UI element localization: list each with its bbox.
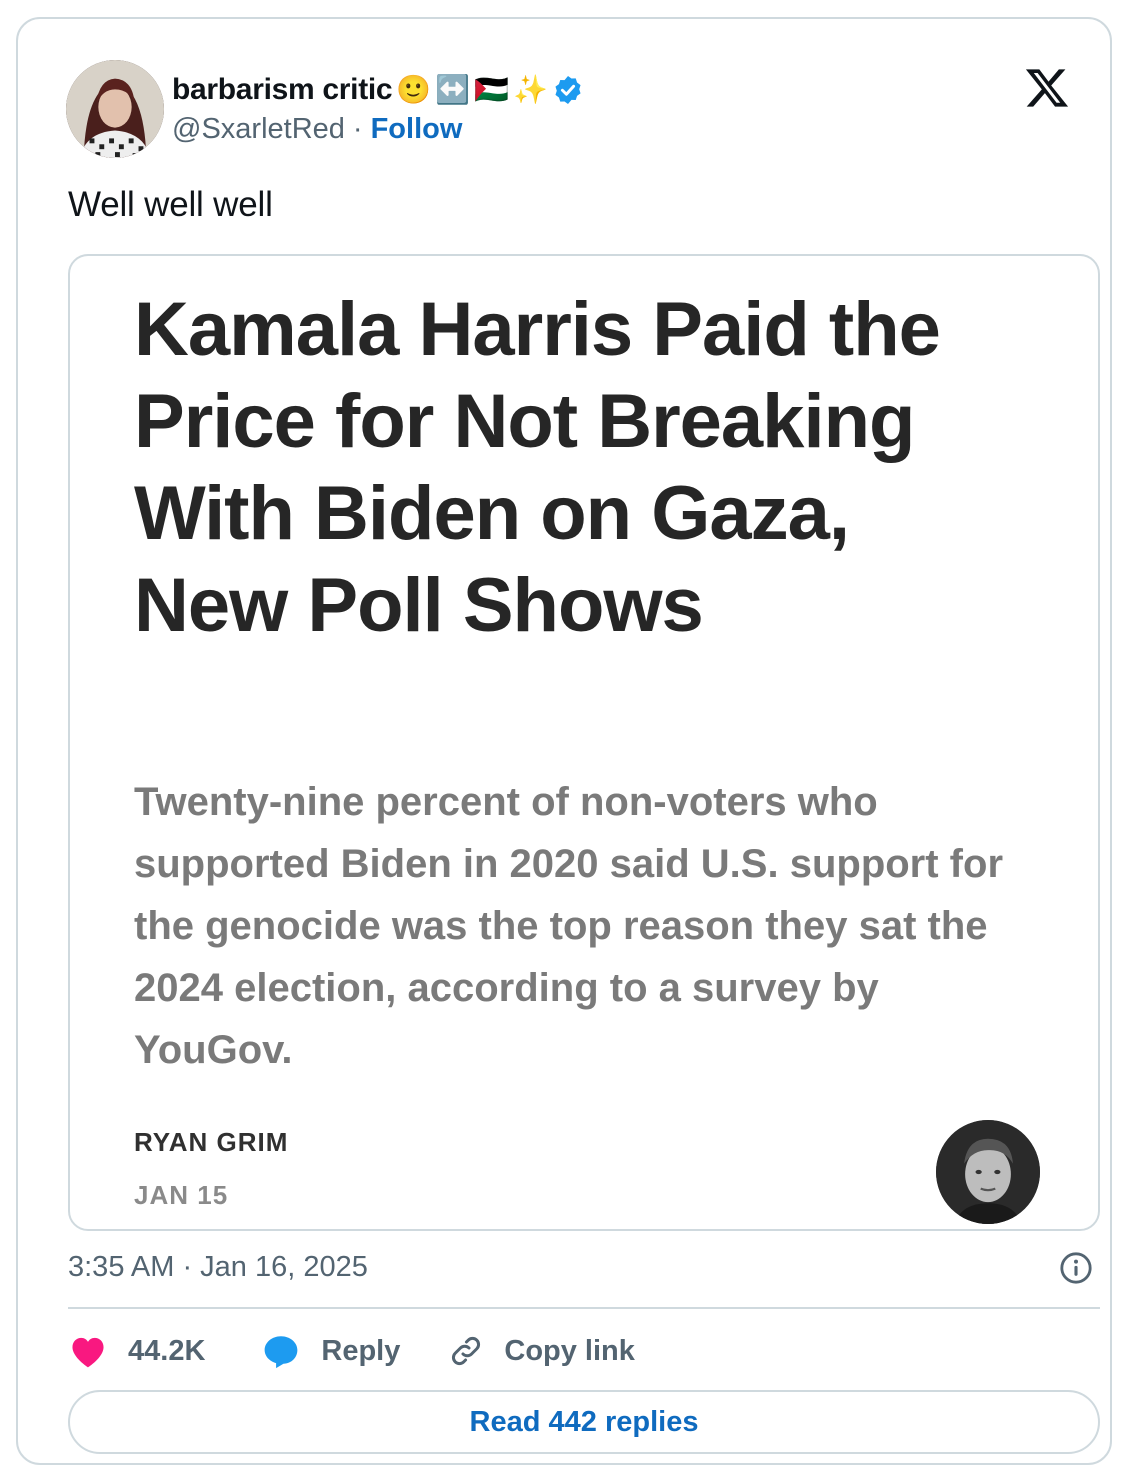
user-avatar[interactable] [66,60,164,158]
copy-link-label: Copy link [504,1334,635,1367]
divider [68,1307,1100,1309]
tweet-text: Well well well [68,185,273,224]
follow-button[interactable]: Follow [371,113,463,146]
emoji-sparkles: ✨ [512,74,548,105]
avatar-image [66,60,164,158]
handle-row: @SxarletRed · Follow [172,113,462,146]
author-photo-image [936,1120,1040,1224]
emoji-smile: 🙂 [396,74,432,105]
article-preview-card[interactable]: Kamala Harris Paid the Price for Not Bre… [68,254,1100,1231]
user-handle[interactable]: @SxarletRed [172,113,345,146]
reply-label: Reply [321,1334,401,1367]
article-subtitle: Twenty-nine percent of non-voters who su… [134,780,1004,1072]
reply-bubble-icon [265,1336,298,1369]
separator-dot: · [352,113,363,145]
like-button[interactable]: 44.2K [68,1333,205,1369]
article-date: JAN 15 [134,1180,229,1210]
emoji-palestine-flag: 🇵🇸 [474,74,509,105]
like-count: 44.2K [128,1334,206,1367]
copy-link-button[interactable]: Copy link [448,1333,635,1369]
emoji-left-right-arrow: ↔️ [435,74,471,105]
article-headline: Kamala Harris Paid the Price for Not Bre… [134,287,941,648]
info-icon[interactable] [1059,1251,1093,1285]
reply-button[interactable]: Reply [261,1333,400,1369]
tweet-timestamp[interactable]: 3:35 AM · Jan 16, 2025 [68,1251,368,1284]
action-bar: 44.2K Reply Copy link [68,1327,635,1375]
x-logo-icon[interactable] [1024,65,1070,111]
tweet-card: barbarism critic 🙂 ↔️ 🇵🇸 ✨ @SxarletRed ·… [16,17,1112,1465]
verified-badge-icon [555,76,581,104]
user-name-row: barbarism critic 🙂 ↔️ 🇵🇸 ✨ [172,69,584,111]
author-avatar [936,1120,1040,1224]
article-author: RYAN GRIM [134,1127,289,1157]
display-name[interactable]: barbarism critic [172,73,393,107]
read-replies-button[interactable]: Read 442 replies [68,1390,1100,1454]
link-icon [452,1337,481,1365]
heart-icon [72,1337,104,1368]
